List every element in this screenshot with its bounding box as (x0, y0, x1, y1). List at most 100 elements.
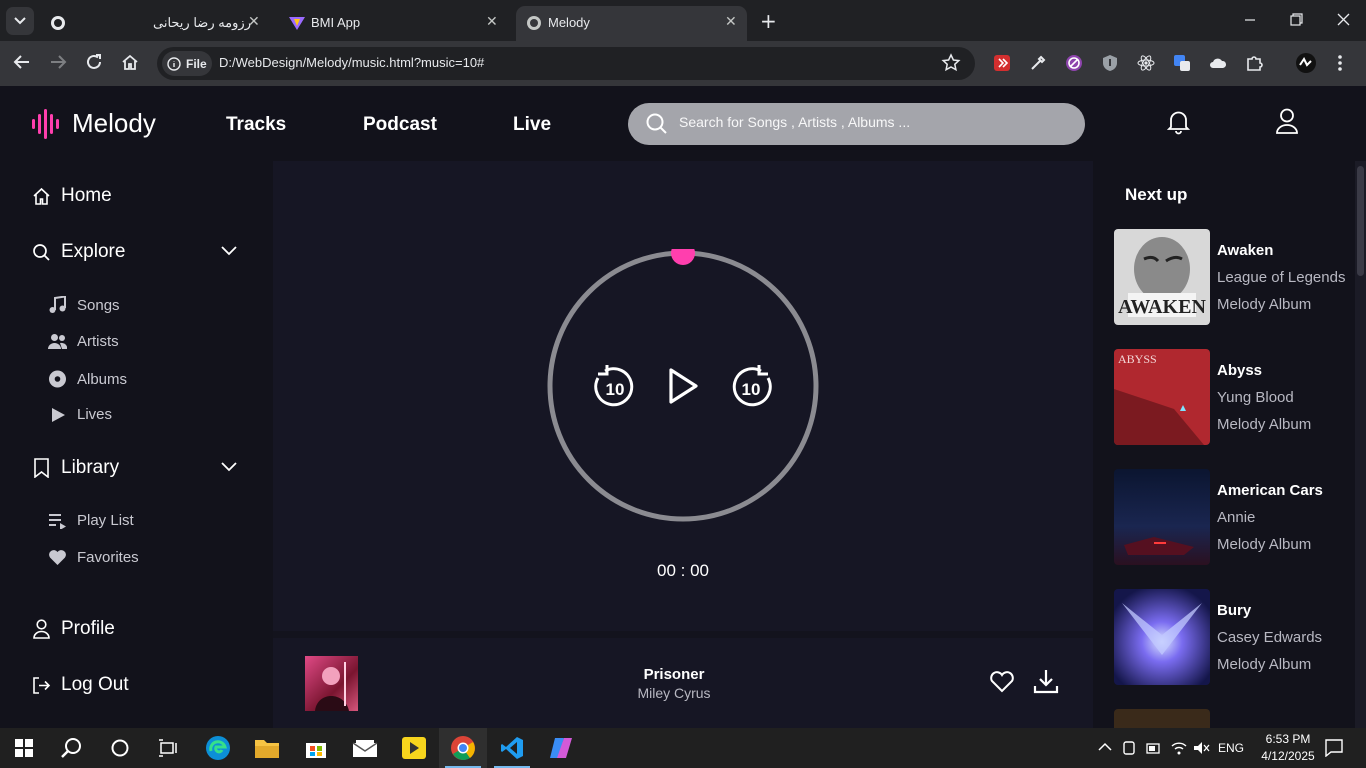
edge-icon (206, 736, 230, 760)
sidebar-item-artists[interactable]: Artists (48, 333, 119, 350)
next-up-scrollbar[interactable] (1355, 161, 1366, 728)
clock-time[interactable]: 6:53 PM (1258, 732, 1318, 746)
menu-dots-icon[interactable] (1337, 54, 1343, 72)
tab-resume[interactable]: رزومه رضا ریحانی ✕ (40, 6, 270, 41)
next-up-name: Abyss (1217, 362, 1263, 379)
next-up-name: Bury (1217, 602, 1252, 619)
sidebar-item-logout[interactable]: Log Out (32, 674, 129, 696)
cortana-button[interactable] (96, 728, 144, 768)
taskbar-mail[interactable] (341, 728, 389, 768)
next-up-item[interactable]: Bury Casey Edwards Melody Album (1114, 589, 1354, 685)
restore-icon[interactable] (1290, 13, 1303, 26)
tab-melody[interactable]: Melody ✕ (516, 6, 747, 41)
language-indicator[interactable]: ENG (1218, 741, 1244, 755)
download-icon[interactable] (1033, 668, 1059, 695)
nav-tracks[interactable]: Tracks (226, 114, 286, 136)
forward-arrow-icon[interactable] (49, 53, 67, 71)
play-icon[interactable] (667, 367, 699, 405)
close-window-icon[interactable] (1337, 13, 1350, 26)
sidebar-item-lives[interactable]: Lives (48, 406, 112, 423)
sidebar-item-playlist[interactable]: Play List (48, 512, 134, 529)
extension-cloud-icon[interactable] (1207, 52, 1229, 74)
home-icon[interactable] (121, 53, 139, 71)
chevron-down-icon[interactable] (221, 462, 237, 472)
heart-icon[interactable] (989, 670, 1015, 693)
taskbar-copilot[interactable] (537, 728, 585, 768)
nav-live[interactable]: Live (513, 114, 551, 136)
extension-video-icon[interactable] (991, 52, 1013, 74)
rewind-label: 10 (606, 380, 625, 399)
extension-translate-icon[interactable] (1171, 52, 1193, 74)
taskbar-file-explorer[interactable] (243, 728, 291, 768)
clock-date[interactable]: 4/12/2025 (1254, 749, 1322, 763)
chevron-down-icon[interactable] (221, 246, 237, 256)
browser-toolbar: File D:/WebDesign/Melody/music.html?musi… (0, 41, 1366, 86)
chevron-down-icon (14, 17, 26, 25)
minimize-icon[interactable] (1244, 14, 1256, 26)
next-up-artist: Annie (1217, 509, 1256, 526)
search-input[interactable] (679, 114, 1059, 130)
close-icon[interactable]: ✕ (725, 14, 737, 30)
tab-bmi-app[interactable]: BMI App ✕ (278, 6, 508, 41)
now-playing-cover[interactable] (305, 656, 358, 711)
next-up-name: American Cars (1217, 482, 1323, 499)
next-up-item[interactable]: AWAKEN Awaken League of Legends Melody A… (1114, 229, 1354, 325)
task-view-button[interactable] (144, 728, 192, 768)
sidebar-item-songs[interactable]: Songs (48, 296, 120, 314)
copilot-icon (550, 738, 572, 758)
chevron-up-icon[interactable] (1098, 742, 1112, 752)
taskbar-player[interactable] (390, 728, 438, 768)
address-bar[interactable]: File D:/WebDesign/Melody/music.html?musi… (157, 47, 975, 80)
extensions-puzzle-icon[interactable] (1243, 52, 1265, 74)
sidebar-item-home[interactable]: Home (32, 185, 112, 207)
battery-icon[interactable] (1145, 740, 1161, 756)
next-up-artist: Yung Blood (1217, 389, 1294, 406)
next-up-item-partial[interactable] (1114, 709, 1354, 728)
bell-icon[interactable] (1167, 109, 1190, 135)
users-icon (48, 334, 67, 349)
user-icon[interactable] (1275, 108, 1299, 135)
extension-react-icon[interactable] (1135, 52, 1157, 74)
taskbar-edge[interactable] (194, 728, 242, 768)
profile-avatar-icon[interactable] (1295, 52, 1317, 74)
sidebar-item-albums[interactable]: Albums (48, 370, 127, 388)
player-panel: 10 10 00 : 00 (273, 161, 1093, 631)
close-icon[interactable]: ✕ (486, 14, 498, 30)
device-icon[interactable] (1122, 740, 1136, 756)
forward-10-icon[interactable]: 10 (729, 364, 773, 408)
url-text[interactable]: D:/WebDesign/Melody/music.html?music=10# (219, 55, 484, 70)
search-icon[interactable] (646, 113, 668, 135)
sidebar-item-profile[interactable]: Profile (32, 618, 115, 640)
taskbar-vscode[interactable] (488, 728, 536, 768)
taskbar-chrome[interactable] (439, 728, 487, 768)
sidebar-item-library[interactable]: Library (32, 457, 119, 479)
close-icon[interactable]: ✕ (248, 14, 260, 30)
extension-eyedropper-icon[interactable] (1027, 52, 1049, 74)
tab-search-button[interactable] (6, 7, 34, 35)
volume-muted-icon[interactable] (1192, 740, 1210, 756)
bookmark-star-icon[interactable] (941, 53, 961, 73)
next-up-item[interactable]: ABYSS Abyss Yung Blood Melody Album (1114, 349, 1354, 445)
site-info-chip[interactable]: File (162, 51, 212, 76)
progress-knob[interactable] (671, 249, 695, 265)
sidebar-item-explore[interactable]: Explore (32, 241, 125, 263)
taskbar-store[interactable] (292, 728, 340, 768)
extension-shield-icon[interactable] (1099, 52, 1121, 74)
taskbar-search[interactable] (48, 728, 96, 768)
start-button[interactable] (0, 728, 48, 768)
sidebar-item-label: Artists (77, 333, 119, 350)
new-tab-button[interactable]: + (760, 9, 777, 33)
back-arrow-icon[interactable] (13, 53, 31, 71)
heart-icon (49, 550, 66, 565)
wifi-icon[interactable] (1170, 740, 1188, 756)
reload-icon[interactable] (85, 53, 103, 71)
scrollbar-thumb[interactable] (1357, 166, 1364, 276)
logo[interactable]: Melody (32, 108, 156, 139)
nav-podcast[interactable]: Podcast (363, 114, 437, 136)
extension-block-icon[interactable] (1063, 52, 1085, 74)
notification-center-icon[interactable] (1325, 739, 1343, 757)
rewind-10-icon[interactable]: 10 (593, 364, 637, 408)
next-up-item[interactable]: American Cars Annie Melody Album (1114, 469, 1354, 565)
sidebar-item-favorites[interactable]: Favorites (48, 549, 139, 566)
vscode-icon (501, 737, 523, 759)
